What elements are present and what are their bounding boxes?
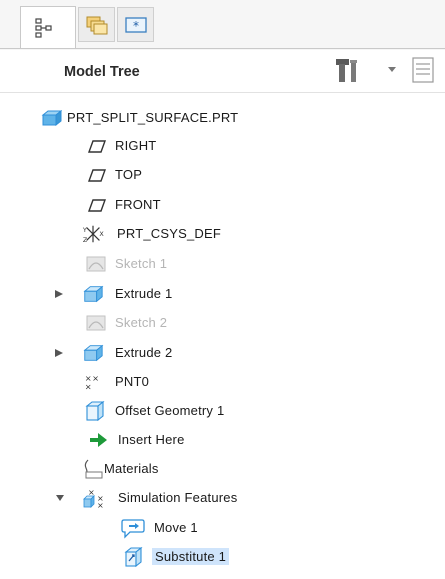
tab-favorites[interactable]: *	[117, 7, 154, 42]
tree-item-offset-geometry-1[interactable]: Offset Geometry 1	[0, 398, 445, 424]
svg-text:Z: Z	[83, 236, 88, 244]
tree-item-extrude-1[interactable]: Extrude 1	[0, 281, 445, 307]
model-tree-tab-icon	[35, 18, 52, 38]
sketch-icon	[86, 315, 106, 331]
collapse-arrow-icon[interactable]	[55, 493, 65, 503]
tree-item-substitute-1[interactable]: Substitute 1	[0, 544, 445, 570]
tree-item-csys[interactable]: Y Z X PRT_CSYS_DEF	[0, 221, 445, 247]
svg-text:×: ×	[97, 501, 104, 509]
tree-root-part[interactable]: PRT_SPLIT_SURFACE.PRT	[0, 105, 445, 131]
tree-item-pnt0[interactable]: × × × PNT0	[0, 369, 445, 395]
tab-folder-browser[interactable]	[78, 7, 115, 42]
settings-tools-icon[interactable]	[333, 56, 363, 86]
tree-item-label: Sketch 1	[115, 256, 168, 271]
favorites-icon: *	[124, 16, 147, 33]
extrude-icon	[83, 285, 104, 303]
tree-item-simulation-features[interactable]: × × × Simulation Features	[0, 485, 445, 511]
tree-item-sketch-1[interactable]: Sketch 1	[0, 251, 445, 277]
page-title: Model Tree	[64, 64, 140, 80]
tree-root-label: PRT_SPLIT_SURFACE.PRT	[67, 110, 239, 125]
simulation-features-icon: × × ×	[83, 488, 104, 509]
materials-icon	[84, 459, 103, 479]
tree-item-top[interactable]: TOP	[0, 162, 445, 188]
tree-item-materials[interactable]: Materials	[0, 456, 445, 482]
expand-arrow-icon[interactable]	[54, 348, 64, 358]
svg-text:×: ×	[92, 373, 99, 383]
sketch-icon	[86, 256, 106, 272]
insert-arrow-icon	[90, 433, 107, 447]
header-divider	[0, 92, 445, 93]
tree-item-label: Insert Here	[118, 432, 185, 447]
tree-item-label: Materials	[104, 461, 159, 476]
part-icon	[41, 109, 62, 127]
tree-item-label: PRT_CSYS_DEF	[117, 226, 222, 241]
tree-item-label: FRONT	[115, 197, 161, 212]
expand-arrow-icon[interactable]	[54, 289, 64, 299]
svg-text:X: X	[99, 230, 104, 238]
substitute-icon	[124, 546, 143, 568]
show-columns-icon[interactable]	[411, 55, 445, 85]
tree-item-insert-here[interactable]: Insert Here	[0, 427, 445, 453]
tab-model-tree[interactable]	[20, 6, 76, 49]
tree-item-label: Offset Geometry 1	[115, 403, 225, 418]
tree-item-front[interactable]: FRONT	[0, 192, 445, 218]
tree-item-move-1[interactable]: Move 1	[0, 515, 445, 541]
coordinate-system-icon: Y Z X	[82, 225, 104, 244]
tree-item-right[interactable]: RIGHT	[0, 133, 445, 159]
offset-geometry-icon	[85, 400, 105, 422]
tree-item-label: Simulation Features	[118, 490, 238, 505]
svg-text:Y: Y	[82, 226, 87, 234]
move-icon	[121, 519, 145, 539]
tree-item-extrude-2[interactable]: Extrude 2	[0, 340, 445, 366]
datum-plane-icon	[88, 199, 106, 212]
tree-item-label: Sketch 2	[115, 315, 168, 330]
svg-text:*: *	[133, 19, 139, 33]
chevron-down-icon[interactable]	[387, 66, 397, 74]
tab-divider	[0, 48, 445, 49]
datum-plane-icon	[88, 140, 106, 153]
datum-point-icon: × × ×	[85, 373, 99, 391]
folder-browser-icon	[86, 16, 107, 34]
tree-item-label: Move 1	[154, 520, 198, 535]
model-tree-header: Model Tree	[0, 50, 445, 92]
navigator-tab-bar: *	[0, 0, 445, 50]
datum-plane-icon	[88, 169, 106, 182]
tree-item-label: TOP	[115, 167, 143, 182]
tree-item-label: Substitute 1	[152, 548, 230, 565]
tree-item-sketch-2[interactable]: Sketch 2	[0, 310, 445, 336]
tree-item-label: Extrude 2	[115, 345, 173, 360]
tree-item-label: RIGHT	[115, 138, 157, 153]
svg-text:×: ×	[85, 381, 92, 391]
tree-item-label: Extrude 1	[115, 286, 173, 301]
extrude-icon	[83, 344, 104, 362]
tree-item-label: PNT0	[115, 374, 150, 389]
